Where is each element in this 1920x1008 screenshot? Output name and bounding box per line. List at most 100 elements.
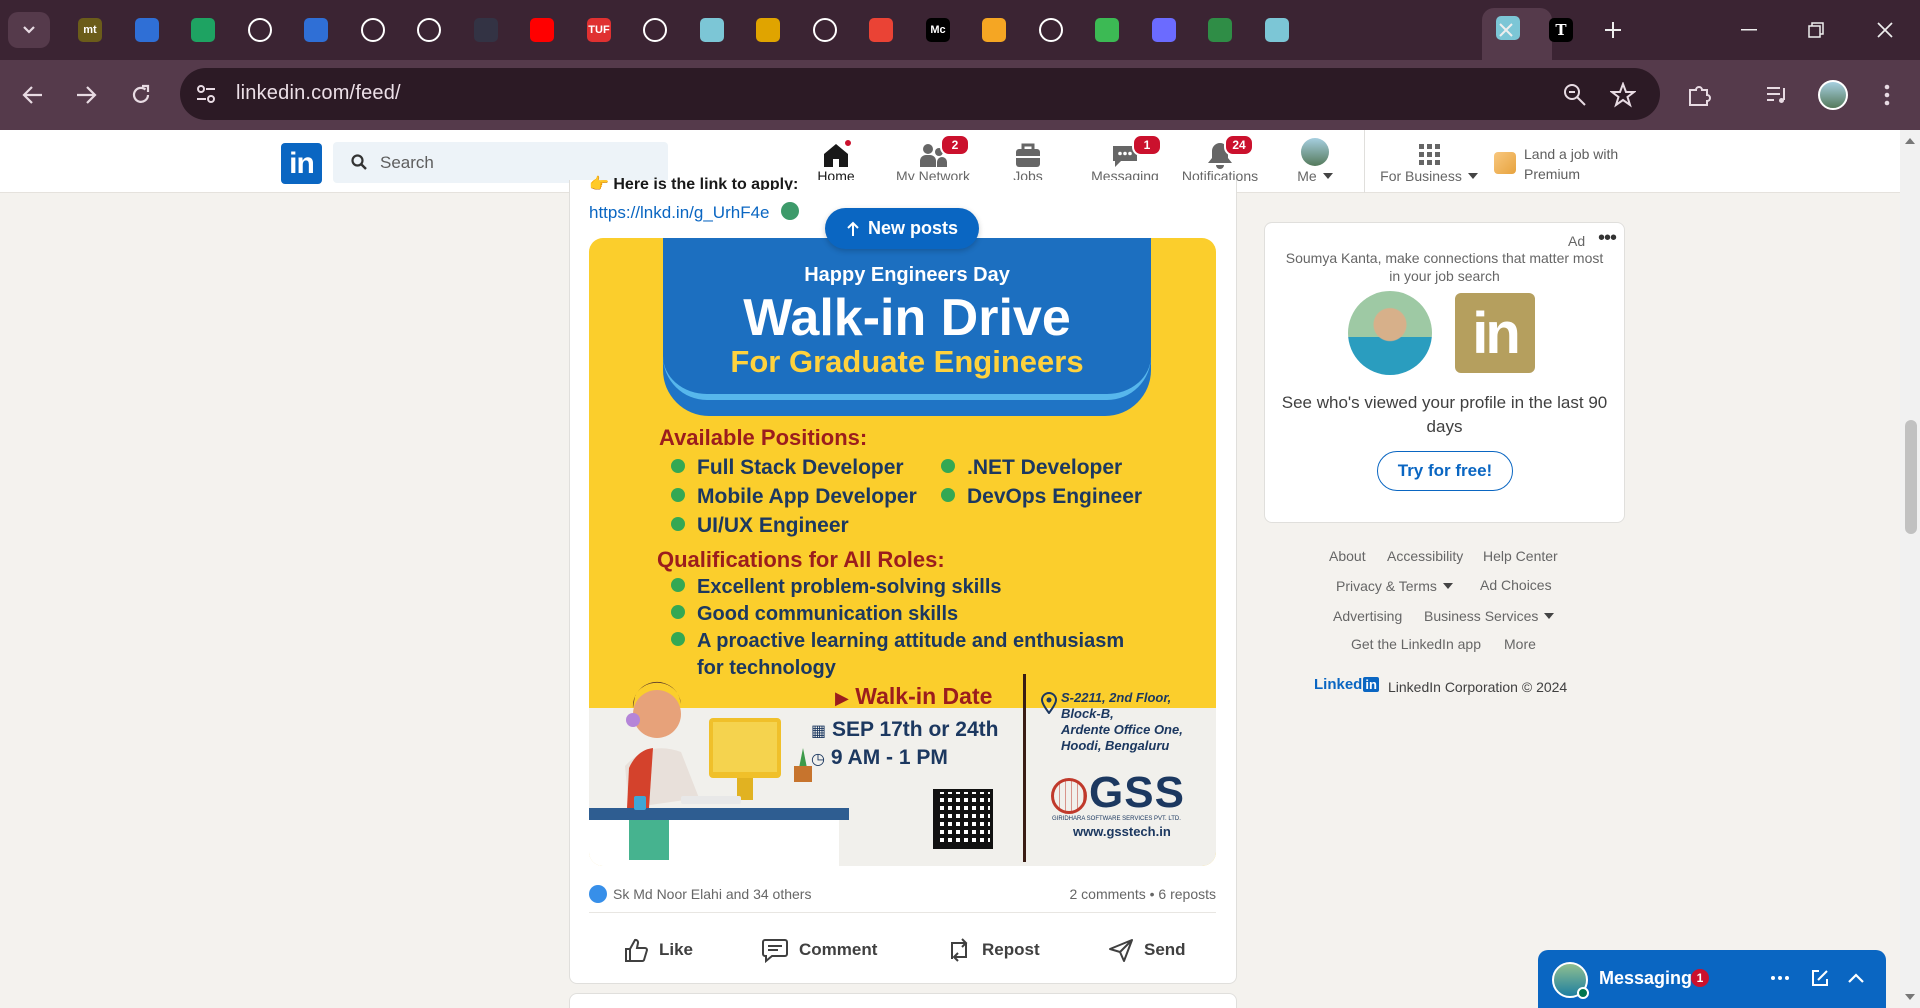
premium-upsell[interactable]: Land a job with Premium — [1494, 144, 1634, 184]
repost-label: Repost — [982, 940, 1040, 959]
browser-tab[interactable] — [1028, 12, 1074, 48]
like-button[interactable]: Like — [623, 928, 693, 972]
browser-tab[interactable] — [180, 12, 226, 48]
comment-button[interactable]: Comment — [761, 928, 877, 972]
browser-tab[interactable]: mt — [67, 12, 113, 48]
footer-link-accessibility[interactable]: Accessibility — [1387, 548, 1463, 564]
footer-link-help-center[interactable]: Help Center — [1483, 548, 1558, 564]
browser-tab[interactable] — [858, 12, 904, 48]
footer-link-ad-choices[interactable]: Ad Choices — [1480, 577, 1552, 593]
browser-tab[interactable] — [1084, 12, 1130, 48]
linkedin-wordmark: Linked in — [1314, 676, 1379, 693]
browser-tab[interactable] — [1254, 12, 1300, 48]
close-icon — [1499, 23, 1513, 37]
new-posts-label: New posts — [867, 218, 959, 238]
check-icon — [671, 632, 685, 646]
media-control-button[interactable] — [1760, 78, 1794, 112]
footer-link-more[interactable]: More — [1504, 636, 1536, 652]
scroll-up-icon[interactable] — [1905, 138, 1915, 144]
browser-tab[interactable] — [293, 12, 339, 48]
tab-search-button[interactable] — [8, 12, 50, 48]
browser-tab[interactable] — [802, 12, 848, 48]
browser-menu-button[interactable] — [1870, 78, 1904, 112]
try-for-free-button[interactable]: Try for free! — [1377, 451, 1513, 491]
browser-tab[interactable] — [350, 12, 396, 48]
repost-button[interactable]: Repost — [946, 928, 1040, 972]
address-bar[interactable]: linkedin.com/feed/ — [180, 68, 1660, 120]
zoom-icon[interactable] — [1562, 82, 1588, 108]
reload-button[interactable] — [123, 77, 159, 113]
page-scrollbar[interactable] — [1900, 130, 1920, 1008]
globe-icon — [1051, 778, 1087, 814]
back-button[interactable] — [15, 77, 51, 113]
footer-link-privacy-terms[interactable]: Privacy & Terms — [1336, 578, 1453, 594]
nav-me[interactable]: Me — [1270, 130, 1360, 193]
qualification-item: A proactive learning attitude and enthus… — [671, 630, 1124, 653]
compose-message-button[interactable] — [1806, 964, 1834, 992]
copyright-text: LinkedIn Corporation © 2024 — [1388, 679, 1568, 695]
post-link[interactable]: https://lnkd.in/g_UrhF4e — [589, 203, 769, 223]
more-options-icon[interactable]: ••• — [1598, 227, 1617, 250]
restore-button[interactable] — [1793, 12, 1839, 48]
comments-reposts-count[interactable]: 2 comments • 6 reposts — [1069, 886, 1216, 902]
browser-tab[interactable] — [971, 12, 1017, 48]
search-placeholder: Search — [380, 153, 434, 172]
browser-tab[interactable] — [237, 12, 283, 48]
new-posts-button[interactable]: New posts — [825, 208, 979, 249]
browser-tab[interactable] — [1141, 12, 1187, 48]
close-tab-button[interactable] — [1483, 12, 1529, 48]
company-full-name: GIRIDHARA SOFTWARE SERVICES PVT. LTD. — [1052, 816, 1181, 822]
like-reaction-icon — [589, 885, 607, 903]
site-settings-icon[interactable] — [194, 82, 218, 106]
browser-tab[interactable]: Mc — [915, 12, 961, 48]
location-pin-icon — [1041, 692, 1057, 714]
footer-link-about[interactable]: About — [1329, 548, 1366, 564]
grid-icon — [1419, 144, 1440, 165]
close-window-button[interactable] — [1862, 12, 1908, 48]
company-logo-text: GSS — [1089, 768, 1185, 817]
minimize-button[interactable] — [1726, 12, 1772, 48]
reload-icon — [132, 84, 150, 103]
mountain-icon — [700, 18, 724, 42]
browser-tab[interactable] — [1197, 12, 1243, 48]
compose-icon — [1812, 970, 1828, 986]
footer-link-get-app[interactable]: Get the LinkedIn app — [1351, 636, 1481, 652]
qualifications-heading: Qualifications for All Roles: — [657, 547, 945, 572]
messaging-title: Messaging — [1599, 968, 1693, 988]
browser-tab[interactable] — [124, 12, 170, 48]
tab-icon[interactable]: T — [1538, 12, 1584, 48]
footer-link-business-services[interactable]: Business Services — [1424, 608, 1555, 624]
queue-music-icon — [1767, 87, 1785, 103]
repost-icon — [951, 938, 968, 962]
send-button[interactable]: Send — [1108, 928, 1186, 972]
company-website: www.gsstech.in — [1073, 824, 1171, 839]
browser-tab[interactable] — [632, 12, 678, 48]
profile-button[interactable] — [1816, 78, 1850, 112]
linkedin-logo[interactable]: in — [281, 143, 322, 184]
browser-tab[interactable] — [463, 12, 509, 48]
expand-messaging-button[interactable] — [1842, 964, 1870, 992]
more-options-button[interactable] — [1766, 964, 1794, 992]
footer-link-advertising[interactable]: Advertising — [1333, 608, 1402, 624]
browser-tab[interactable] — [689, 12, 735, 48]
avatar — [1818, 80, 1848, 110]
banner-tagline: Happy Engineers Day — [804, 264, 1010, 286]
browser-tab[interactable] — [406, 12, 452, 48]
google-drive-icon — [191, 18, 215, 42]
briefcase-icon — [1016, 143, 1040, 167]
post-image[interactable]: Happy Engineers Day Walk-in Drive For Gr… — [589, 238, 1216, 866]
nav-for-business-label: For Business — [1379, 168, 1479, 184]
extensions-button[interactable] — [1682, 78, 1716, 112]
star-icon[interactable] — [1610, 82, 1636, 108]
browser-tab[interactable] — [745, 12, 791, 48]
browser-tab[interactable] — [519, 12, 565, 48]
scroll-down-icon[interactable] — [1905, 994, 1915, 1000]
new-tab-button[interactable] — [1590, 12, 1636, 48]
tuf-icon: TUF — [587, 18, 611, 42]
reactions-count[interactable]: Sk Md Noor Elahi and 34 others — [613, 886, 811, 902]
messaging-dock[interactable]: Messaging 1 — [1538, 950, 1886, 1008]
scrollbar-thumb[interactable] — [1905, 420, 1917, 534]
nav-for-business[interactable]: For Business — [1379, 130, 1479, 193]
browser-tab[interactable]: TUF — [576, 12, 622, 48]
forward-button[interactable] — [68, 77, 104, 113]
